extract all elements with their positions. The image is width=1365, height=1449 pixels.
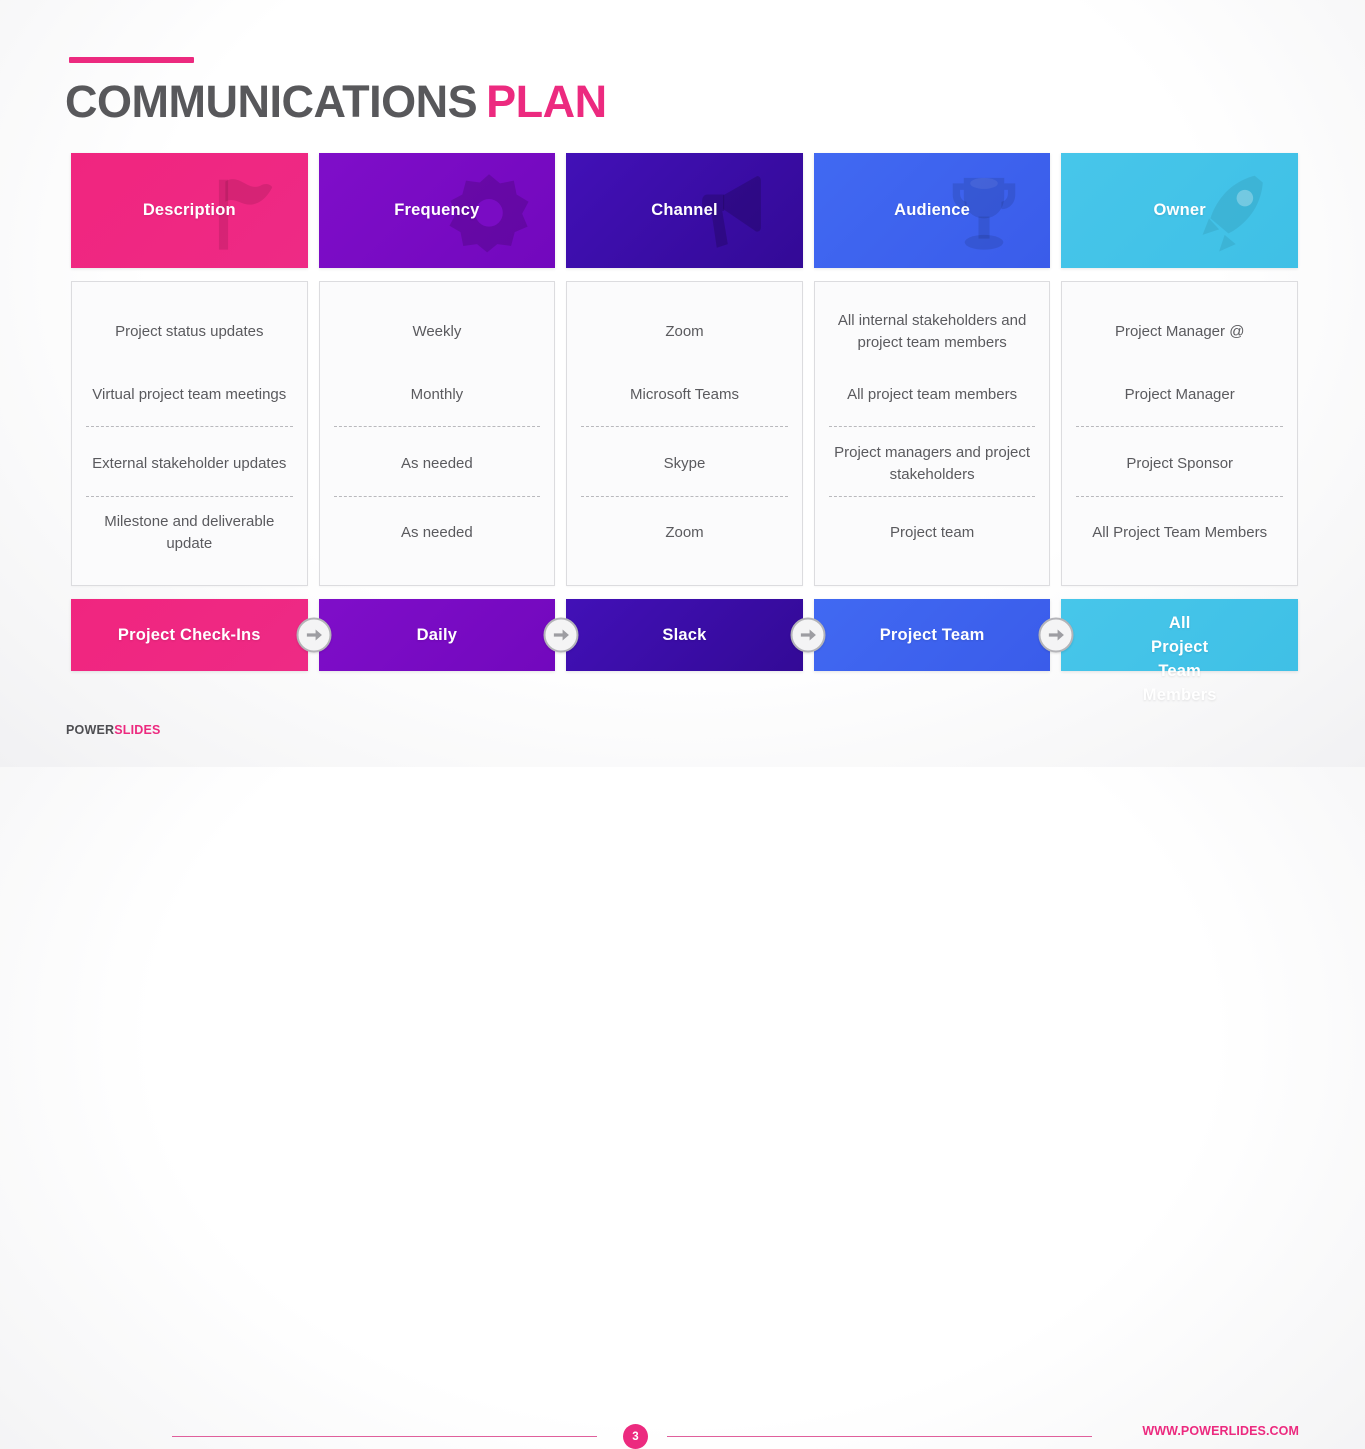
cell-divider [86,426,293,427]
brand-part-primary: POWER [66,723,115,737]
cell-divider [581,426,788,427]
table-cell: Project status updates [115,322,264,340]
column-header-label: Frequency [394,201,480,219]
table-cell: Zoom [665,322,704,340]
table-cell: All Project Team Members [1092,523,1268,541]
column-header-channel[interactable]: Channel [566,153,803,268]
column-body-frequency: Weekly Monthly As needed As needed [318,281,556,586]
strip-all-project-team-members[interactable]: All Project Team Members [1061,599,1298,704]
table-cell: All internal stakeholders and project te… [837,311,1027,352]
title-accent-rule [69,57,194,63]
table-body-row: Project status updates Virtual project t… [71,281,1298,586]
column-header-label: Channel [651,201,718,219]
arrow-right-icon [1048,629,1064,641]
cell-divider [333,496,541,497]
connector-arrow-3[interactable] [790,617,826,653]
column-header-frequency[interactable]: Frequency [318,153,556,268]
column-header-label: Audience [894,201,971,219]
connector-arrow-4[interactable] [1038,617,1074,653]
column-header-audience[interactable]: Audience [813,153,1051,268]
slide-footer: POWERSLIDES 3 WWW.POWERLIDES.COM [0,712,1365,1449]
table-header-row: Description Frequency Channel Audience O… [71,153,1298,268]
arrow-right-icon [553,629,569,641]
table-cell: Skype [663,454,706,472]
table-cell: Project managers and project stakeholder… [834,443,1031,484]
strip-label: All Project Team Members [1142,614,1217,704]
strip-project-team[interactable]: Project Team [813,599,1051,671]
connector-arrow-2[interactable] [543,617,579,653]
table-cell: Project Sponsor [1126,454,1234,472]
page-title-primary: COMMUNICATIONS [65,76,478,127]
cell-divider [828,496,1036,497]
table-cell: Microsoft Teams [630,385,739,403]
table-cell: Project team [889,523,975,541]
strip-label: Slack [662,626,707,644]
cell-divider [828,426,1036,427]
page-number-badge: 3 [623,1424,648,1449]
column-body-audience: All internal stakeholders and project te… [813,281,1051,586]
footer-rule-right [667,1436,1092,1437]
table-cell: Milestone and deliverable update [104,512,275,553]
strip-slack[interactable]: Slack [566,599,803,671]
strip-label: Daily [416,626,458,644]
table-cell: Monthly [410,385,464,403]
connector-arrow-1[interactable] [296,617,332,653]
arrow-right-icon [306,629,322,641]
column-header-label: Owner [1153,201,1206,219]
cell-divider [333,426,541,427]
table-cell: All project team members [847,385,1018,403]
page-title: COMMUNICATIONS PLAN [65,73,607,131]
cell-divider [1076,496,1283,497]
communications-plan-table: Description Frequency Channel Audience O… [71,153,1298,704]
column-header-label: Description [142,201,236,219]
brand-part-accent: SLIDES [114,723,161,737]
page-title-accent: PLAN [486,76,607,127]
table-cell: As needed [401,454,473,472]
footer-rule-left [172,1436,597,1437]
table-cell: As needed [401,523,473,541]
table-cell: Virtual project team meetings [92,385,287,403]
table-cell: Project Manager @ [1114,322,1245,340]
table-cell: Zoom [665,523,704,541]
arrow-right-icon [800,629,816,641]
table-cell: External stakeholder updates [92,454,287,472]
strip-project-check-ins[interactable]: Project Check-Ins [71,599,308,671]
table-cell: Project Manager [1124,385,1235,403]
table-strip-row: Project Check-Ins Daily Slack Project Te… [71,599,1298,704]
cell-divider [1076,426,1283,427]
cell-divider [86,496,293,497]
website-url[interactable]: WWW.POWERLIDES.COM [1142,1424,1299,1438]
column-body-owner: Project Manager @ Project Manager Projec… [1061,281,1298,586]
column-body-channel: Zoom Microsoft Teams Skype Zoom [566,281,803,586]
column-header-description[interactable]: Description [71,153,308,268]
table-cell: Weekly [412,322,462,340]
cell-divider [581,496,788,497]
strip-label: Project Check-Ins [117,626,261,644]
column-body-description: Project status updates Virtual project t… [71,281,308,586]
strip-label: Project Team [879,626,985,644]
brand-logo: POWERSLIDES [66,723,161,737]
column-header-owner[interactable]: Owner [1061,153,1298,268]
strip-daily[interactable]: Daily [318,599,556,671]
